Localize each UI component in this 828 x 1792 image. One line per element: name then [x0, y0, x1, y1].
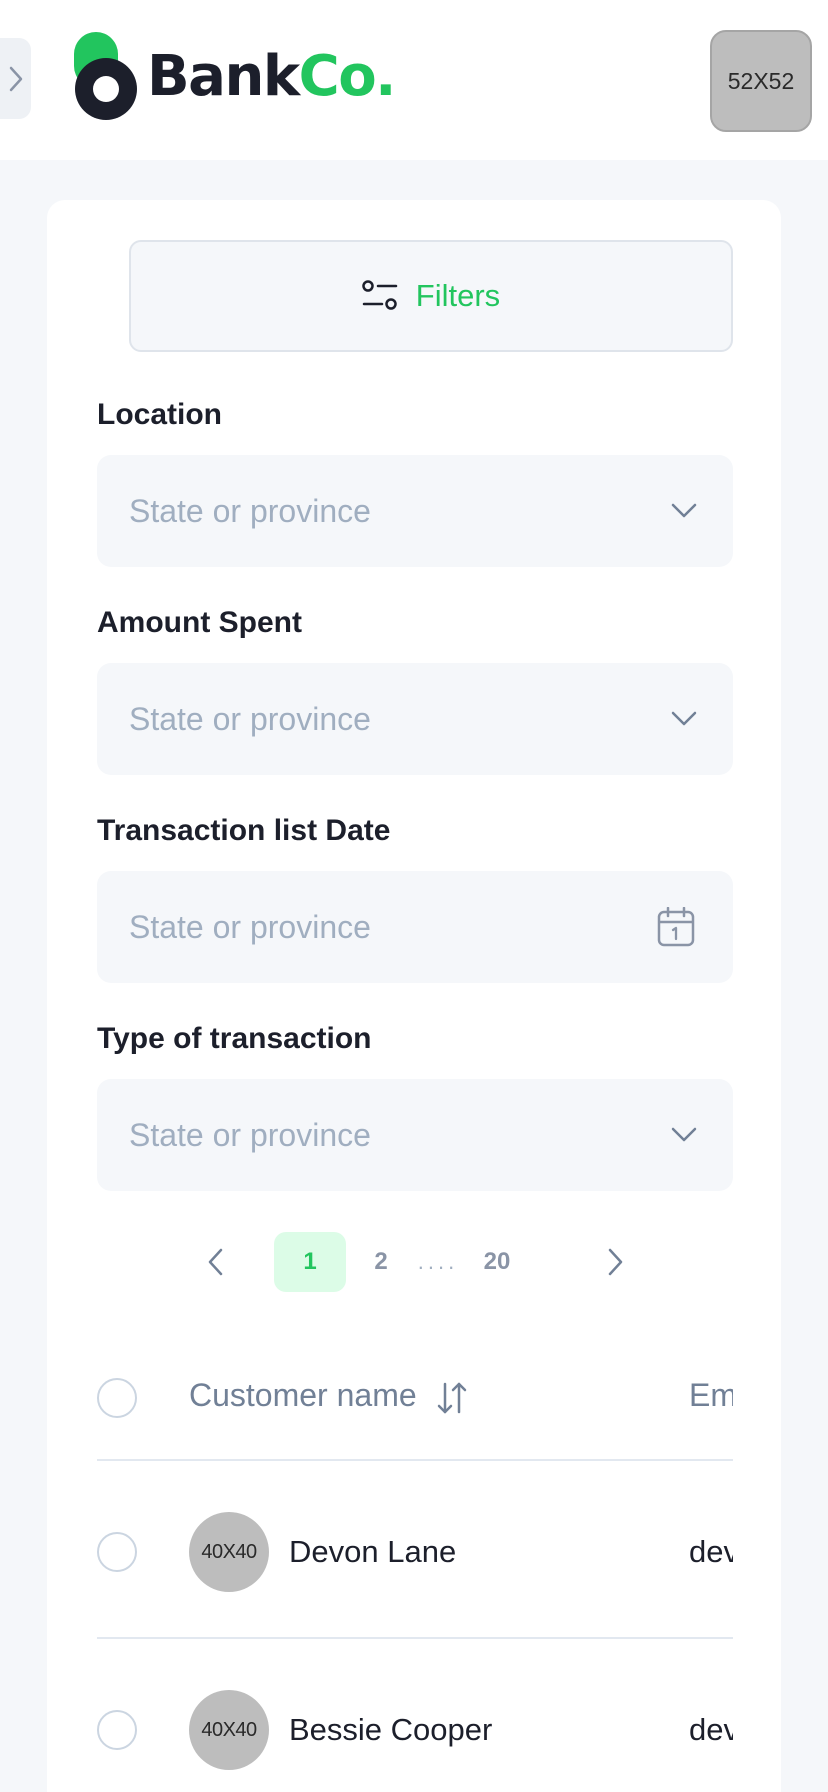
filter-sliders-icon [362, 280, 398, 310]
transaction-type-placeholder: State or province [129, 1116, 371, 1153]
logo-text-primary: Bank [147, 44, 300, 109]
table-row-divider [97, 1637, 733, 1639]
transaction-type-label: Type of transaction [97, 1022, 372, 1055]
filters-button-label: Filters [415, 278, 501, 313]
transaction-date-input[interactable]: State or province [97, 871, 733, 983]
chevron-right-icon [608, 1248, 623, 1276]
amount-spent-select[interactable]: State or province [97, 663, 733, 775]
avatar: 40X40 [189, 1690, 269, 1770]
chevron-left-icon [208, 1248, 223, 1276]
customer-name: Bessie Cooper [289, 1712, 493, 1747]
pagination-page-20[interactable]: 20 [467, 1232, 527, 1292]
table-header-divider [97, 1459, 733, 1461]
column-header-customer-name[interactable]: Customer name [189, 1377, 417, 1414]
filter-panel: Filters Location State or province Amoun… [47, 200, 781, 1792]
transaction-type-select[interactable]: State or province [97, 1079, 733, 1191]
logo-text-accent: Co. [298, 44, 397, 109]
customer-email: dev [689, 1712, 733, 1747]
pagination-next-button[interactable] [596, 1232, 636, 1292]
avatar: 40X40 [189, 1512, 269, 1592]
user-avatar[interactable]: 52X52 [710, 30, 812, 132]
avatar-placeholder-label: 52X52 [727, 67, 795, 94]
top-header: BankCo. 52X52 [0, 0, 828, 160]
customer-email: dev [689, 1534, 733, 1569]
row-checkbox[interactable] [97, 1710, 137, 1750]
pagination-page-2[interactable]: 2 [359, 1232, 403, 1292]
sidebar-toggle-button[interactable] [0, 38, 31, 119]
chevron-down-icon [671, 1127, 697, 1143]
logo-mark-icon [74, 32, 137, 120]
transaction-date-label: Transaction list Date [97, 814, 391, 847]
chevron-right-icon [9, 66, 22, 91]
bankco-logo[interactable]: BankCo. [73, 32, 396, 122]
pagination-page-1[interactable]: 1 [274, 1232, 346, 1292]
amount-spent-placeholder: State or province [129, 700, 371, 737]
pagination: 1 2 .... 20 [47, 1232, 781, 1292]
select-all-checkbox[interactable] [97, 1378, 137, 1418]
chevron-down-icon [671, 503, 697, 519]
filters-button[interactable]: Filters [129, 240, 733, 352]
calendar-icon[interactable] [657, 907, 695, 947]
location-label: Location [97, 398, 222, 431]
amount-spent-label: Amount Spent [97, 606, 302, 639]
pagination-ellipsis: .... [417, 1249, 459, 1274]
row-checkbox[interactable] [97, 1532, 137, 1572]
sort-icon[interactable] [437, 1381, 467, 1415]
transaction-date-placeholder: State or province [129, 908, 371, 945]
location-placeholder: State or province [129, 492, 371, 529]
location-select[interactable]: State or province [97, 455, 733, 567]
pagination-prev-button[interactable] [195, 1232, 235, 1292]
chevron-down-icon [671, 711, 697, 727]
logo-wordmark: BankCo. [147, 49, 396, 105]
column-header-email[interactable]: Em [689, 1377, 733, 1414]
customer-name: Devon Lane [289, 1534, 457, 1569]
